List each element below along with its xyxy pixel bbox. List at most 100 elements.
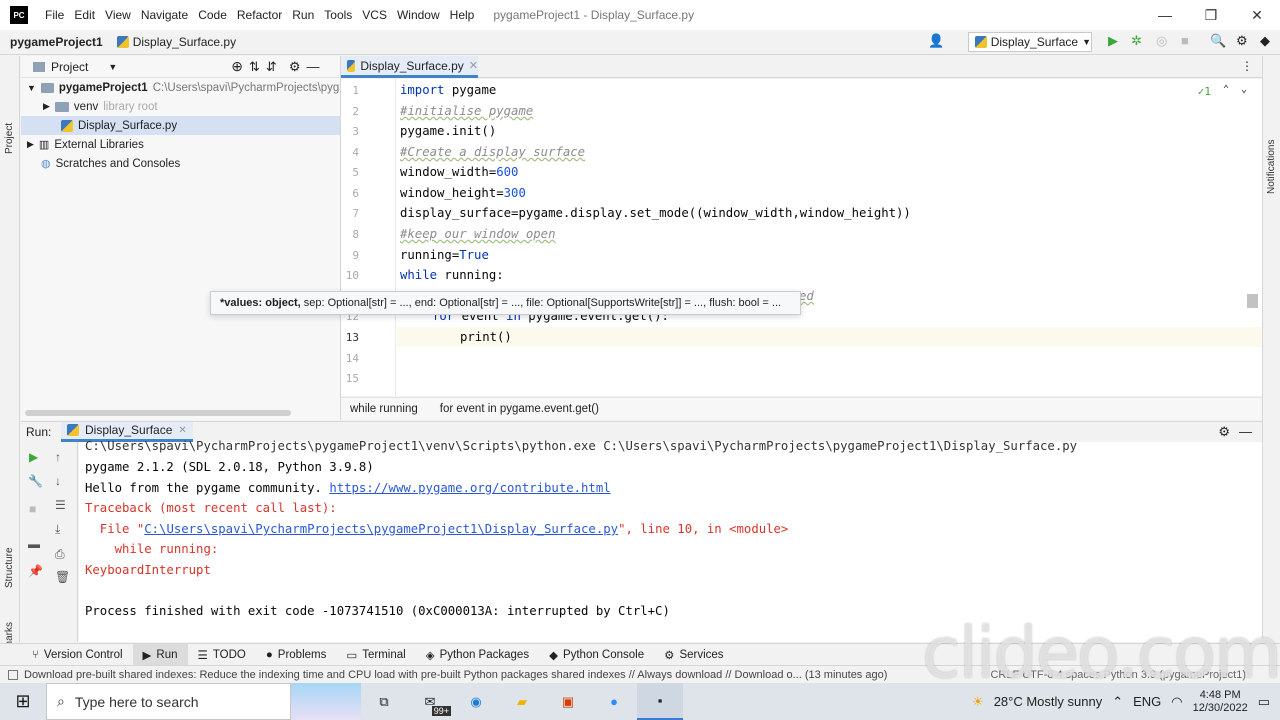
coverage-icon[interactable]: ◎ <box>1156 33 1167 49</box>
tree-root[interactable]: ▼ pygameProject1 C:\Users\spavi\PycharmP… <box>21 78 340 97</box>
menu-vcs[interactable]: VCS <box>357 8 392 22</box>
menu-navigate[interactable]: Navigate <box>136 8 193 22</box>
tab-run[interactable]: ▶ Run <box>132 643 188 666</box>
arrow-down-icon[interactable]: ↓ <box>55 474 61 488</box>
menu-file[interactable]: File <box>40 8 69 22</box>
menu-tools[interactable]: Tools <box>319 8 357 22</box>
hint-current-param: *values: object, <box>220 297 301 309</box>
tree-item-file[interactable]: Display_Surface.py <box>21 116 340 135</box>
tree-item-venv[interactable]: ▶ venv library root <box>21 97 340 116</box>
zoom-icon[interactable]: ● <box>591 683 637 720</box>
project-panel-title[interactable]: Project <box>51 60 88 74</box>
source-file-link[interactable]: C:\Users\spavi\PycharmProjects\pygamePro… <box>144 522 618 536</box>
rerun-icon[interactable]: ▶ <box>29 450 38 464</box>
chevron-down-icon[interactable]: ▼ <box>108 62 117 72</box>
user-icon[interactable]: 👤 <box>928 33 944 49</box>
menu-refactor[interactable]: Refactor <box>232 8 287 22</box>
editor-tab-display-surface[interactable]: Display_Surface.py ✕ <box>341 56 478 78</box>
close-tab-icon[interactable]: ✕ <box>469 59 478 72</box>
maximize-button[interactable]: ❐ <box>1188 0 1234 30</box>
debug-icon[interactable]: ✲ <box>1131 33 1142 49</box>
scrollbar-thumb[interactable] <box>1247 294 1258 308</box>
tab-problems[interactable]: ● Problems <box>256 644 337 666</box>
editor-scrollbar[interactable] <box>1247 79 1259 396</box>
tab-terminal[interactable]: ▭ Terminal <box>336 644 415 666</box>
hide-icon[interactable]: — <box>1239 424 1252 439</box>
taskbar-search[interactable]: ⌕ Type here to search <box>46 683 291 720</box>
inspection-widget[interactable]: ✓1 <box>1198 85 1211 98</box>
pycharm-taskbar-icon[interactable]: ▪ <box>637 683 683 720</box>
language-indicator[interactable]: ENG <box>1133 694 1161 709</box>
menu-edit[interactable]: Edit <box>69 8 100 22</box>
mail-icon[interactable]: ✉ 99+ <box>407 683 453 720</box>
tab-services[interactable]: ⚙ Services <box>654 644 733 666</box>
menu-code[interactable]: Code <box>193 8 232 22</box>
tab-version-control[interactable]: ⑂ Version Control <box>22 644 133 666</box>
trash-icon[interactable]: 🗑 <box>55 570 70 584</box>
weather-text[interactable]: 28°C Mostly sunny <box>994 694 1103 709</box>
wifi-icon[interactable]: ◠ <box>1171 694 1182 710</box>
tab-python-console[interactable]: ◆ Python Console <box>539 644 654 666</box>
collapse-all-icon[interactable]: ⇵ <box>266 59 277 75</box>
edge-icon[interactable]: ◉ <box>453 683 499 720</box>
notifications-tool-button[interactable]: Notifications <box>1266 140 1277 194</box>
layout-icon[interactable]: ▬ <box>28 537 40 551</box>
structure-tool-button[interactable]: Structure <box>4 547 15 588</box>
windows-start-icon[interactable]: ⊞ <box>0 683 46 720</box>
breadcrumb-for[interactable]: for event in pygame.event.get() <box>440 403 599 415</box>
menu-help[interactable]: Help <box>445 8 480 22</box>
close-button[interactable]: ✕ <box>1234 0 1280 30</box>
stop-icon[interactable]: ■ <box>1181 33 1189 48</box>
breadcrumb-project[interactable]: pygameProject1 <box>10 35 103 49</box>
tab-python-packages[interactable]: ◈ Python Packages <box>416 644 539 666</box>
breadcrumb-while[interactable]: while running <box>350 403 418 415</box>
search-highlight-image[interactable] <box>291 683 361 720</box>
print-icon[interactable]: ⎙ <box>55 547 65 562</box>
project-tool-button[interactable]: Project <box>4 123 15 154</box>
gear-icon[interactable]: ⚙ <box>289 59 301 75</box>
soft-wrap-icon[interactable]: ☰ <box>55 498 66 512</box>
task-view-icon[interactable]: ⧉ <box>361 683 407 720</box>
scroll-to-end-icon[interactable]: ⤓ <box>55 522 60 537</box>
more-icon[interactable]: ⋮ <box>1241 59 1253 73</box>
code-line-9: running=True <box>400 248 489 262</box>
code-token: window_width= <box>400 165 497 179</box>
expand-all-icon[interactable]: ⇅ <box>249 59 260 75</box>
breadcrumb-file[interactable]: Display_Surface.py <box>116 35 236 49</box>
gear-icon[interactable]: ⚙ <box>1236 33 1248 49</box>
minimize-button[interactable]: — <box>1142 0 1188 30</box>
office-icon[interactable]: ▣ <box>545 683 591 720</box>
locate-icon[interactable]: ⊕ <box>231 58 243 75</box>
code-editor[interactable]: 1 2 3 4 5 6 7 8 9 10 12 13 14 15 import … <box>341 79 1265 396</box>
hide-icon[interactable]: — <box>306 59 319 74</box>
status-message[interactable]: Download pre-built shared indexes: Reduc… <box>24 669 924 681</box>
menu-run[interactable]: Run <box>287 8 319 22</box>
arrow-up-icon[interactable]: ↑ <box>55 450 61 464</box>
tree-item-external-libraries[interactable]: ▶ ▥ External Libraries <box>21 135 340 154</box>
wrench-icon[interactable]: 🔧 <box>28 474 43 488</box>
status-toggle-icon[interactable] <box>8 669 18 680</box>
line-number: 2 <box>352 105 359 118</box>
search-icon[interactable]: 🔍 <box>1210 33 1226 49</box>
pin-icon[interactable]: 📌 <box>28 564 43 578</box>
horizontal-scrollbar[interactable] <box>25 410 291 416</box>
tree-item-scratches[interactable]: ◍ Scratches and Consoles <box>21 154 340 173</box>
menu-view[interactable]: View <box>100 8 136 22</box>
jetbrains-icon[interactable]: ◆ <box>1260 33 1270 49</box>
gear-icon[interactable]: ⚙ <box>1218 424 1230 440</box>
run-configuration-select[interactable]: Display_Surface ▼ <box>968 32 1092 52</box>
close-tab-icon[interactable]: ✕ <box>178 425 186 436</box>
run-panel-header: Run: Display_Surface ✕ ⚙ — <box>21 421 1262 442</box>
stop-icon[interactable]: ■ <box>29 502 36 516</box>
version-control-icon: ⑂ <box>32 648 39 661</box>
tab-todo[interactable]: ☰ TODO <box>188 644 256 666</box>
chevron-up-icon[interactable]: ⌃ <box>1112 694 1123 710</box>
pygame-link[interactable]: https://www.pygame.org/contribute.html <box>329 481 610 495</box>
chevron-up-icon[interactable]: ⌃ <box>1223 84 1229 95</box>
file-explorer-icon[interactable]: ▰ <box>499 683 545 720</box>
code-line-13: print() <box>460 330 512 344</box>
problems-icon: ● <box>265 648 273 661</box>
notification-center-icon[interactable]: ▭ <box>1258 694 1270 710</box>
menu-window[interactable]: Window <box>392 8 445 22</box>
run-icon[interactable]: ▶ <box>1108 33 1118 49</box>
